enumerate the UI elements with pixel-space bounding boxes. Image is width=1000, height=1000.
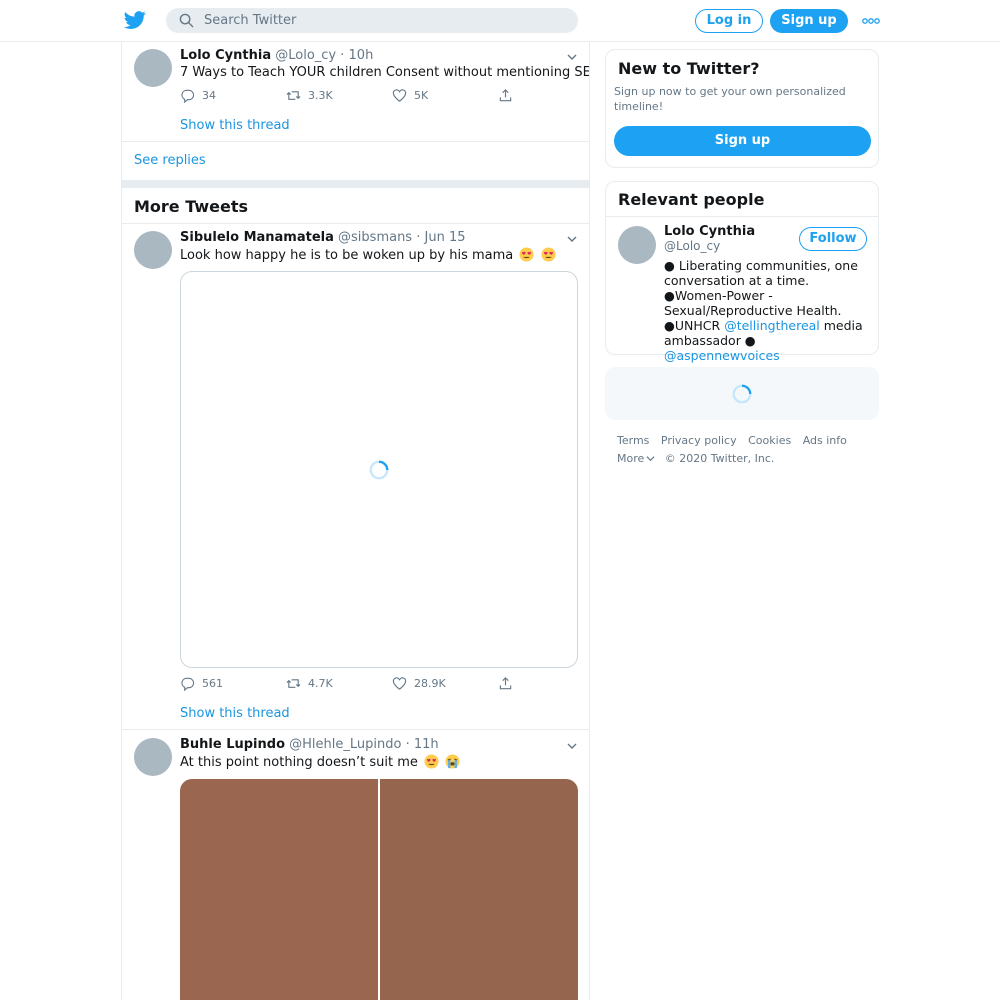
tweet-actions: 34 3.3K 5K bbox=[180, 88, 520, 104]
avatar[interactable] bbox=[618, 226, 656, 264]
see-replies-link[interactable]: See replies bbox=[134, 153, 206, 168]
tweet-text: At this point nothing doesn’t suit me bbox=[180, 755, 418, 770]
trends-loading-card bbox=[605, 367, 879, 420]
new-to-twitter-card: New to Twitter? Sign up now to get your … bbox=[605, 49, 879, 168]
tweet-author-name[interactable]: Lolo Cynthia bbox=[180, 48, 271, 63]
heart-eyes-emoji-icon bbox=[424, 754, 439, 769]
retweet-icon bbox=[286, 91, 301, 100]
tweet[interactable]: Buhle Lupindo @Hlehle_Lupindo · 11h At t… bbox=[122, 731, 589, 1000]
bio-mention-link[interactable]: @aspennewvoices bbox=[664, 348, 780, 363]
tweet-header: Sibulelo Manamatela @sibsmans · Jun 15 bbox=[180, 230, 466, 245]
like-count: 5K bbox=[414, 89, 429, 102]
footer-more-button[interactable]: More bbox=[617, 452, 655, 465]
heart-icon bbox=[392, 89, 407, 102]
signup-button[interactable]: Sign up bbox=[770, 9, 848, 33]
more-options-icon[interactable] bbox=[862, 14, 880, 28]
heart-eyes-emoji-icon bbox=[541, 247, 556, 262]
relevant-person-name[interactable]: Lolo Cynthia bbox=[664, 224, 755, 239]
avatar[interactable] bbox=[134, 231, 172, 269]
search-input[interactable] bbox=[204, 8, 564, 33]
photo-grid[interactable] bbox=[180, 779, 578, 1000]
relevant-person-handle[interactable]: @Lolo_cy bbox=[664, 239, 720, 253]
share-icon bbox=[499, 89, 512, 102]
tweet-actions: 561 4.7K 28.9K bbox=[180, 676, 520, 692]
main-timeline: Lolo Cynthia @Lolo_cy · 10h 7 Ways to Te… bbox=[121, 42, 590, 1000]
show-thread-link[interactable]: Show this thread bbox=[180, 706, 290, 721]
follow-button[interactable]: Follow bbox=[799, 227, 867, 251]
bio-mention-link[interactable]: @tellingthereal bbox=[724, 318, 820, 333]
tweet-timestamp[interactable]: · 11h bbox=[406, 737, 439, 752]
tweet-text-line: Look how happy he is to be woken up by h… bbox=[180, 247, 556, 263]
footer-link-ads-info[interactable]: Ads info bbox=[803, 434, 847, 447]
share-icon bbox=[499, 677, 512, 690]
tweet-author-handle[interactable]: @Lolo_cy bbox=[275, 48, 336, 63]
relevant-people-card: Relevant people Lolo Cynthia @Lolo_cy Fo… bbox=[605, 181, 879, 363]
heart-icon bbox=[392, 677, 407, 690]
reply-icon bbox=[181, 89, 195, 103]
like-count: 28.9K bbox=[414, 677, 446, 690]
chevron-down-icon bbox=[646, 456, 655, 462]
more-tweets-heading: More Tweets bbox=[134, 197, 249, 216]
tweet-author-handle[interactable]: @Hlehle_Lupindo bbox=[289, 737, 401, 752]
loading-spinner-icon bbox=[732, 384, 752, 404]
tweet-timestamp[interactable]: · 10h bbox=[340, 48, 373, 63]
tweet[interactable]: Lolo Cynthia @Lolo_cy · 10h 7 Ways to Te… bbox=[122, 42, 589, 142]
tweet[interactable]: Sibulelo Manamatela @sibsmans · Jun 15 L… bbox=[122, 224, 589, 730]
loading-spinner-icon bbox=[369, 460, 389, 480]
tweet-timestamp[interactable]: · Jun 15 bbox=[416, 230, 465, 245]
search-icon bbox=[179, 13, 194, 28]
retweet-count: 4.7K bbox=[308, 677, 333, 690]
new-to-twitter-title: New to Twitter? bbox=[618, 59, 760, 78]
section-divider bbox=[122, 180, 589, 188]
new-to-twitter-subtitle: Sign up now to get your own personalized… bbox=[614, 85, 846, 113]
footer-link-terms[interactable]: Terms bbox=[617, 434, 649, 447]
reply-count: 34 bbox=[202, 89, 216, 102]
tweet-header: Lolo Cynthia @Lolo_cy · 10h bbox=[180, 48, 373, 63]
relevant-person-bio: ● Liberating communities, one conversati… bbox=[664, 258, 874, 363]
sidebar-signup-button[interactable]: Sign up bbox=[614, 126, 871, 156]
avatar[interactable] bbox=[134, 49, 172, 87]
tweet-photo[interactable] bbox=[380, 779, 578, 1000]
retweet-icon bbox=[286, 679, 301, 688]
footer-more-label: More bbox=[617, 452, 645, 465]
twitter-bird-icon[interactable] bbox=[124, 9, 146, 31]
tweet-text-line: At this point nothing doesn’t suit me bbox=[180, 754, 460, 770]
chevron-down-icon[interactable] bbox=[566, 51, 578, 63]
tweet-author-handle[interactable]: @sibsmans bbox=[338, 230, 412, 245]
show-thread-link[interactable]: Show this thread bbox=[180, 118, 290, 133]
tweet-photo[interactable] bbox=[180, 779, 378, 1000]
divider bbox=[606, 216, 878, 217]
tweet-author-name[interactable]: Buhle Lupindo bbox=[180, 737, 285, 752]
retweet-count: 3.3K bbox=[308, 89, 333, 102]
login-button[interactable]: Log in bbox=[695, 9, 763, 33]
reply-icon bbox=[181, 677, 195, 691]
chevron-down-icon[interactable] bbox=[566, 740, 578, 752]
footer-link-cookies[interactable]: Cookies bbox=[748, 434, 791, 447]
avatar[interactable] bbox=[134, 738, 172, 776]
top-header: Log in Sign up bbox=[0, 0, 1000, 42]
reply-count: 561 bbox=[202, 677, 223, 690]
tweet-text: Look how happy he is to be woken up by h… bbox=[180, 248, 514, 263]
tweet-header: Buhle Lupindo @Hlehle_Lupindo · 11h bbox=[180, 737, 439, 752]
tweet-text: 7 Ways to Teach YOUR children Consent wi… bbox=[180, 65, 590, 80]
tweet-author-name[interactable]: Sibulelo Manamatela bbox=[180, 230, 334, 245]
chevron-down-icon[interactable] bbox=[566, 233, 578, 245]
heart-eyes-emoji-icon bbox=[519, 247, 534, 262]
footer-copyright: © 2020 Twitter, Inc. bbox=[664, 452, 775, 465]
video-player[interactable] bbox=[180, 271, 578, 668]
loudly-crying-emoji-icon bbox=[445, 754, 460, 769]
footer-link-privacy[interactable]: Privacy policy bbox=[661, 434, 737, 447]
search-bar[interactable] bbox=[166, 8, 578, 33]
relevant-people-title: Relevant people bbox=[618, 190, 765, 209]
